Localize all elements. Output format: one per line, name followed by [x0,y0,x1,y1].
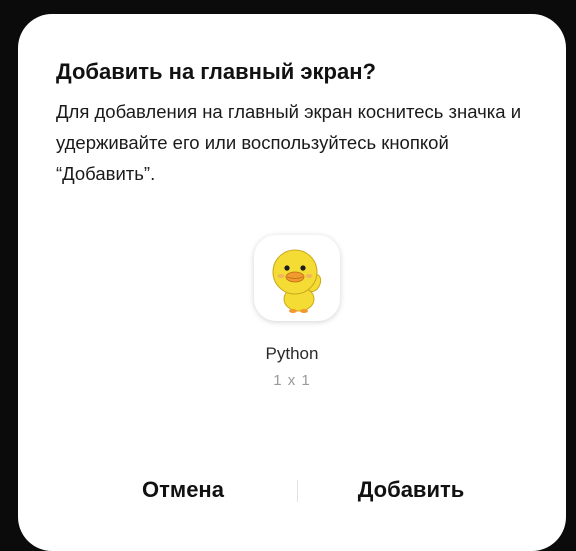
app-icon[interactable] [254,235,340,321]
dialog-title: Добавить на главный экран? [56,59,376,84]
dialog-message: Для добавления на главный экран коснитес… [56,101,522,184]
widget-size-label: 1 x 1 [273,372,311,389]
cancel-button[interactable]: Отмена [118,470,248,510]
app-name-label: Python [265,344,319,363]
duck-icon [272,249,322,313]
add-to-home-screen-dialog: Добавить на главный экран? Для добавлени… [18,14,566,551]
button-divider [297,480,298,502]
add-button[interactable]: Добавить [336,470,486,510]
dialog-actions: Отмена Добавить [18,470,566,510]
